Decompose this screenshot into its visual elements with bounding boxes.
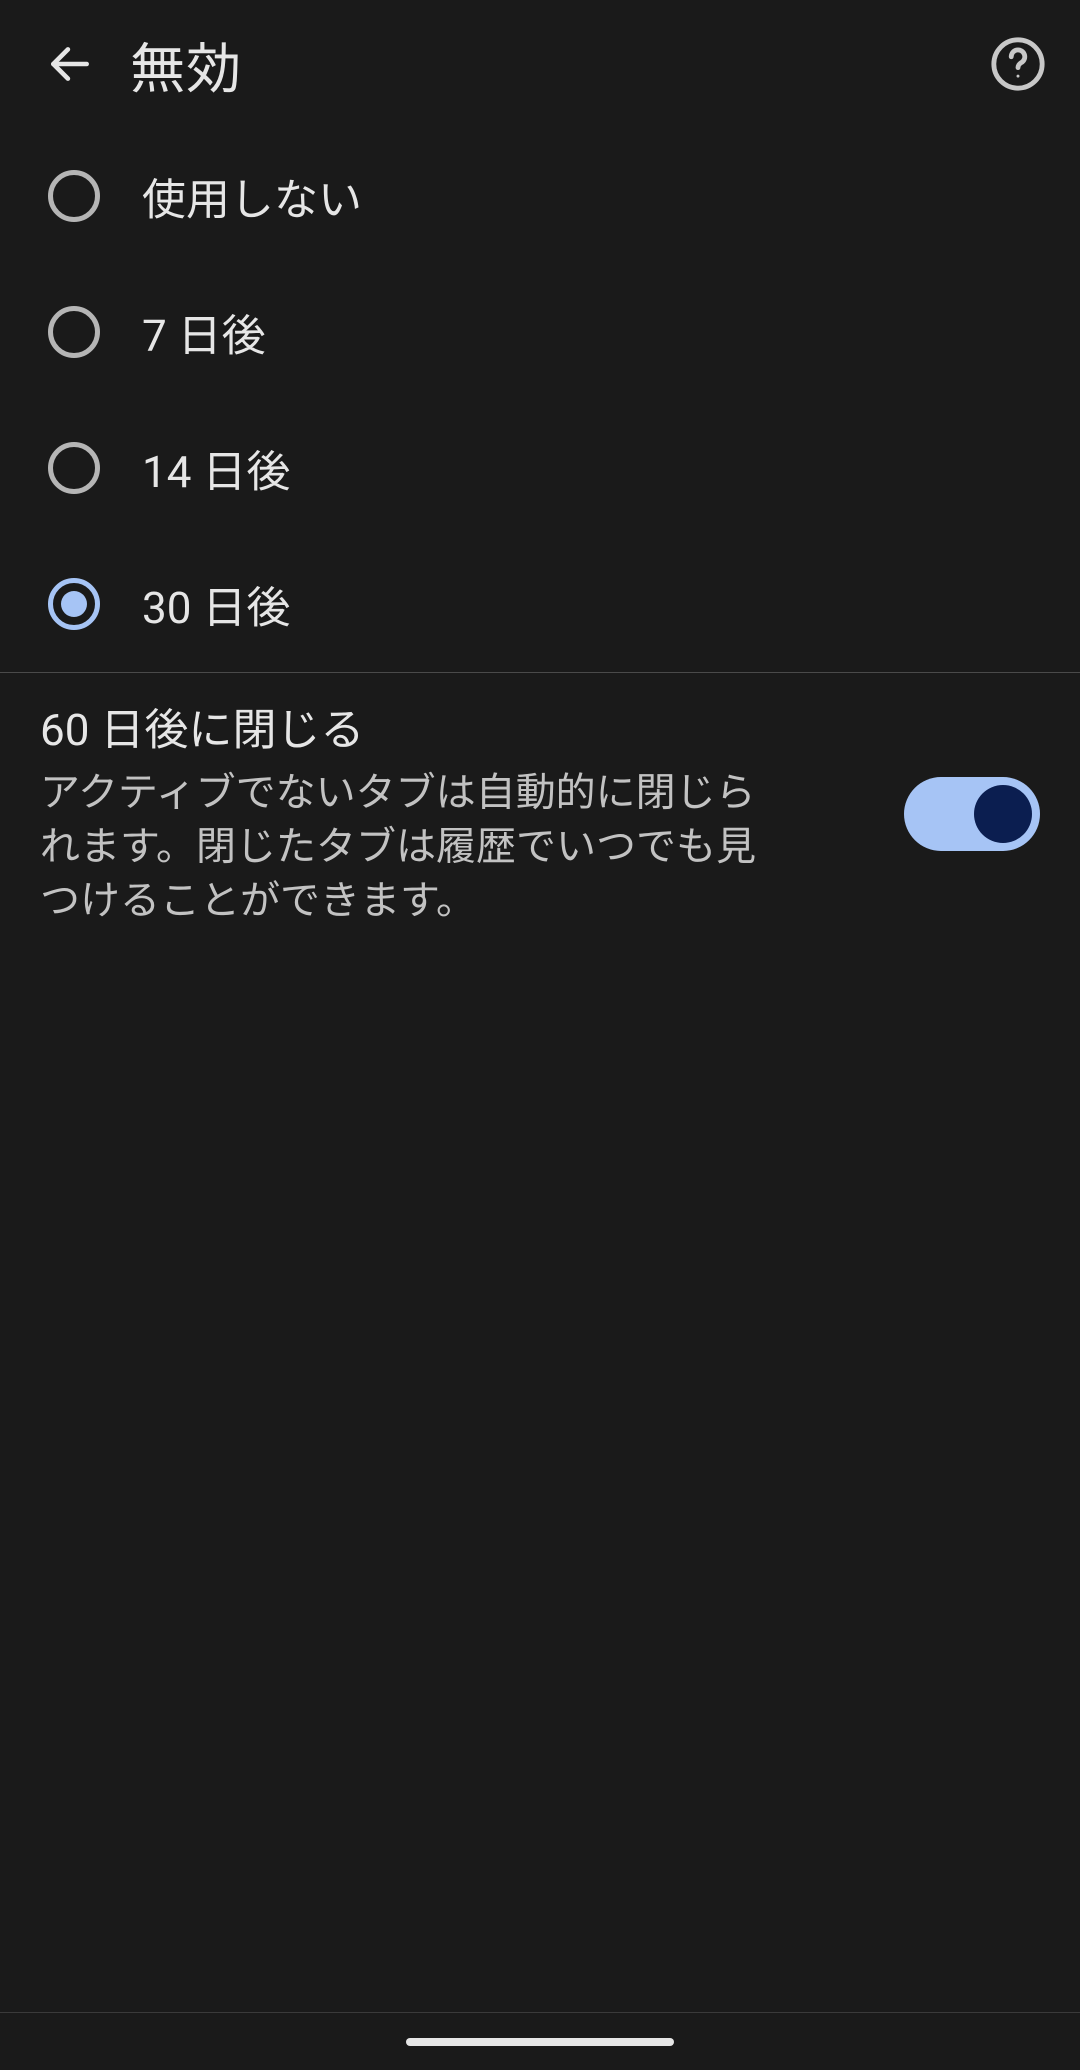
toggle-switch[interactable] [904,777,1040,851]
app-bar: 無効 [0,0,1080,128]
setting-description: アクティブでないタブは自動的に閉じられます。閉じたタブは履歴でいつでも見つけるこ… [40,766,760,927]
radio-icon [48,306,100,358]
setting-title: 60 日後に閉じる [40,701,880,760]
help-icon [989,35,1047,93]
radio-option-30days[interactable]: 30 日後 [0,536,1080,672]
radio-option-never[interactable]: 使用しない [0,128,1080,264]
toggle-thumb-icon [974,785,1032,843]
home-indicator[interactable] [406,2038,674,2046]
back-button[interactable] [36,30,104,98]
setting-text: 60 日後に閉じる アクティブでないタブは自動的に閉じられます。閉じたタブは履歴… [40,701,904,927]
help-button[interactable] [984,30,1052,98]
page-title: 無効 [130,24,242,104]
radio-option-14days[interactable]: 14 日後 [0,400,1080,536]
radio-label: 使用しない [142,164,362,228]
close-after-60-days-setting[interactable]: 60 日後に閉じる アクティブでないタブは自動的に閉じられます。閉じたタブは履歴… [0,673,1080,955]
back-arrow-icon [45,39,95,89]
radio-label: 14 日後 [142,436,290,500]
radio-option-7days[interactable]: 7 日後 [0,264,1080,400]
system-nav-bar [0,2012,1080,2070]
radio-icon [48,170,100,222]
radio-label: 30 日後 [142,572,290,636]
radio-icon [48,442,100,494]
radio-label: 7 日後 [142,300,266,364]
radio-icon [48,578,100,630]
radio-group: 使用しない 7 日後 14 日後 30 日後 [0,128,1080,672]
